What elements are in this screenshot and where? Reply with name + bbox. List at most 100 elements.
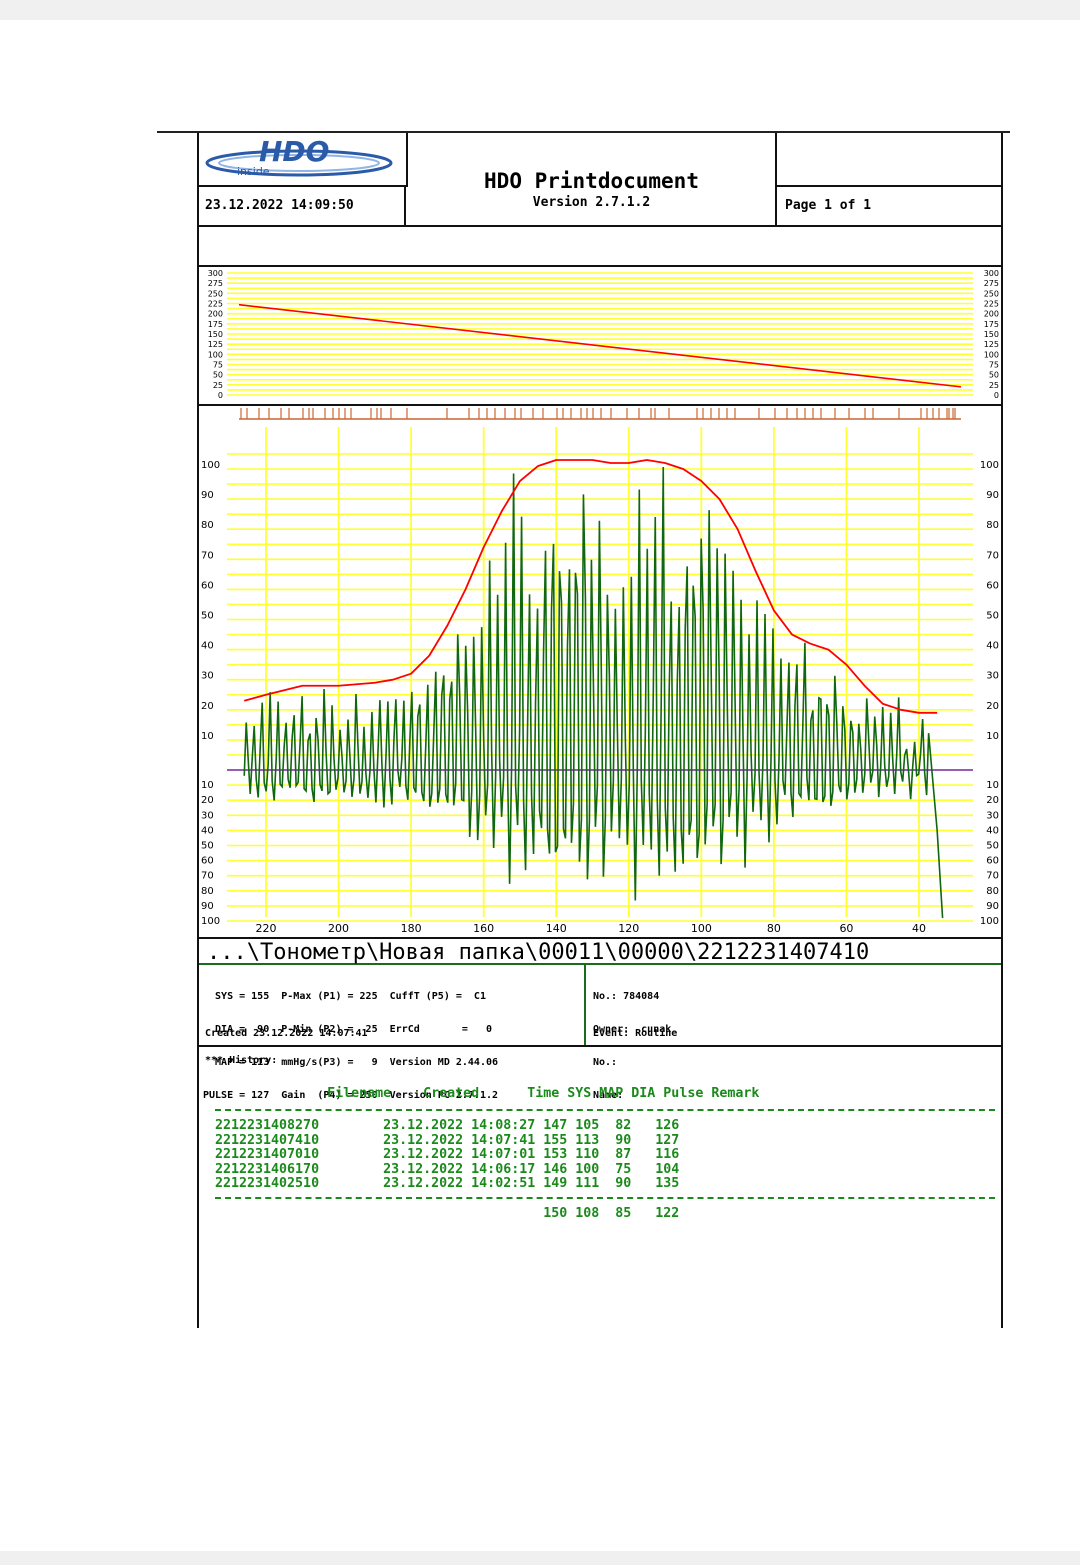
- y-tick-label-left: 50: [201, 611, 214, 622]
- history-divider: [215, 1197, 995, 1199]
- y-tick-label-left: 40: [201, 641, 214, 652]
- y-tick-label-left: 70: [201, 871, 214, 882]
- y-tick-label-left: 25: [213, 381, 223, 390]
- y-tick-label-left: 80: [201, 520, 214, 531]
- y-tick-label-right: 125: [984, 340, 999, 349]
- document-version: Version 2.7.1.2: [532, 195, 651, 210]
- history-title: *** History:: [205, 1055, 278, 1066]
- history-row: 2212231408270 23.12.2022 14:08:27 147 10…: [215, 1118, 680, 1133]
- y-tick-label-right: 60: [986, 856, 999, 867]
- document-header: HDO inside 23.12.2022 14:09:50 HDO Print…: [199, 133, 1003, 227]
- y-tick-label-left: 250: [208, 289, 223, 298]
- y-tick-label-right: 40: [986, 641, 999, 652]
- x-tick-label: 100: [691, 922, 712, 935]
- y-tick-label-right: 70: [986, 550, 999, 561]
- y-tick-label-left: 100: [201, 916, 220, 927]
- file-path: ...\Тонометр\Новая папка\00011\00000\221…: [199, 937, 1001, 965]
- y-tick-label-right: 100: [984, 350, 999, 359]
- history-header: Filename Created Time SYS MAP DIA Pulse …: [215, 1086, 760, 1101]
- y-tick-label-right: 25: [989, 381, 999, 390]
- y-tick-label-left: 50: [201, 841, 214, 852]
- param-line: SYS = 155 P-Max (P1) = 225 CuffT (P5) = …: [203, 991, 486, 1002]
- y-tick-label-right: 30: [986, 810, 999, 821]
- patient-line: No.: 784084: [593, 991, 660, 1002]
- print-document: HDO inside 23.12.2022 14:09:50 HDO Print…: [197, 133, 1003, 1328]
- y-tick-label-right: 50: [986, 841, 999, 852]
- oscillation-chart: 220 200 180 160 140 120 100 80 60 40 100 100 90 90 80 8…: [201, 427, 999, 935]
- y-tick-label-left: 100: [201, 460, 220, 471]
- print-datetime: 23.12.2022 14:09:50: [199, 187, 406, 225]
- y-tick-label-left: 125: [208, 340, 223, 349]
- y-tick-label-right: 250: [984, 289, 999, 298]
- y-tick-label-right: 20: [986, 795, 999, 806]
- y-tick-label-left: 70: [201, 550, 214, 561]
- history-divider: [215, 1109, 995, 1111]
- y-tick-label-right: 225: [984, 300, 999, 309]
- y-tick-label-left: 175: [208, 320, 223, 329]
- y-tick-label-left: 50: [213, 371, 223, 380]
- y-tick-label-right: 200: [984, 310, 999, 319]
- x-tick-label: 220: [256, 922, 277, 935]
- x-tick-label: 160: [473, 922, 494, 935]
- y-tick-label-right: 60: [986, 580, 999, 591]
- y-tick-label-right: 10: [986, 731, 999, 742]
- y-tick-label-right: 275: [984, 279, 999, 288]
- x-tick-label: 120: [618, 922, 639, 935]
- history-row: 2212231402510 23.12.2022 14:02:51 149 11…: [215, 1176, 680, 1191]
- history-row: 2212231407010 23.12.2022 14:07:01 153 11…: [215, 1147, 680, 1162]
- y-tick-label-right: 150: [984, 330, 999, 339]
- x-tick-label: 60: [839, 922, 853, 935]
- info-divider: [584, 965, 586, 1045]
- x-tick-label: 180: [401, 922, 422, 935]
- chart-area: 300 300 275 275 250 250 225 225 200 200 175 175 150 1…: [199, 267, 1001, 937]
- y-tick-label-left: 60: [201, 856, 214, 867]
- logo-cell: HDO inside: [199, 133, 408, 187]
- y-tick-label-left: 0: [218, 391, 223, 400]
- event-label: Event: Routine: [593, 1028, 678, 1039]
- x-tick-label: 80: [767, 922, 781, 935]
- y-tick-label-left: 30: [201, 810, 214, 821]
- hdo-logo: HDO inside: [205, 135, 393, 178]
- viewer-top-bar: [0, 0, 1080, 20]
- y-tick-label-left: 10: [201, 731, 214, 742]
- logo-subtext: inside: [237, 165, 270, 178]
- y-tick-label-left: 10: [201, 780, 214, 791]
- y-tick-label-right: 175: [984, 320, 999, 329]
- y-tick-label-left: 90: [201, 901, 214, 912]
- history-section: *** History: Filename Created Time SYS M…: [199, 1047, 1001, 1328]
- y-tick-label-right: 0: [994, 391, 999, 400]
- y-tick-label-left: 75: [213, 361, 223, 370]
- created-datetime: Created 23.12.2022 14:07:41: [205, 1028, 368, 1039]
- y-tick-label-left: 200: [208, 310, 223, 319]
- y-tick-label-left: 20: [201, 795, 214, 806]
- oscillometric-chart: 300 300275 275250 250225 225200 200175 175150 1…: [199, 269, 1001, 935]
- x-tick-label: 140: [546, 922, 567, 935]
- y-tick-label-left: 275: [208, 279, 223, 288]
- y-tick-label-right: 50: [989, 371, 999, 380]
- y-tick-label-left: 30: [201, 671, 214, 682]
- y-tick-label-left: 90: [201, 490, 214, 501]
- y-tick-label-left: 100: [208, 350, 223, 359]
- document-title: HDO Printdocument: [484, 169, 699, 193]
- y-tick-label-left: 60: [201, 580, 214, 591]
- y-tick-label-right: 100: [980, 460, 999, 471]
- history-row: 2212231407410 23.12.2022 14:07:41 155 11…: [215, 1132, 680, 1148]
- x-tick-label: 200: [328, 922, 349, 935]
- y-tick-label-left: 20: [201, 701, 214, 712]
- y-tick-label-left: 80: [201, 886, 214, 897]
- history-row: 2212231406170 23.12.2022 14:06:17 146 10…: [215, 1161, 680, 1177]
- y-tick-label-right: 100: [980, 916, 999, 927]
- blank-row: [199, 225, 1001, 267]
- x-tick-label: 40: [912, 922, 926, 935]
- y-tick-label-left: 300: [208, 269, 223, 278]
- y-tick-label-right: 30: [986, 671, 999, 682]
- header-blank-cell: [775, 133, 1003, 187]
- y-tick-label-left: 150: [208, 330, 223, 339]
- y-tick-label-right: 80: [986, 886, 999, 897]
- logo-text: HDO: [259, 135, 329, 168]
- y-tick-label-right: 300: [984, 269, 999, 278]
- y-tick-label-right: 90: [986, 490, 999, 501]
- pulse-markers: [239, 408, 961, 420]
- y-tick-label-right: 10: [986, 780, 999, 791]
- history-average: 150 108 85 122: [215, 1206, 680, 1221]
